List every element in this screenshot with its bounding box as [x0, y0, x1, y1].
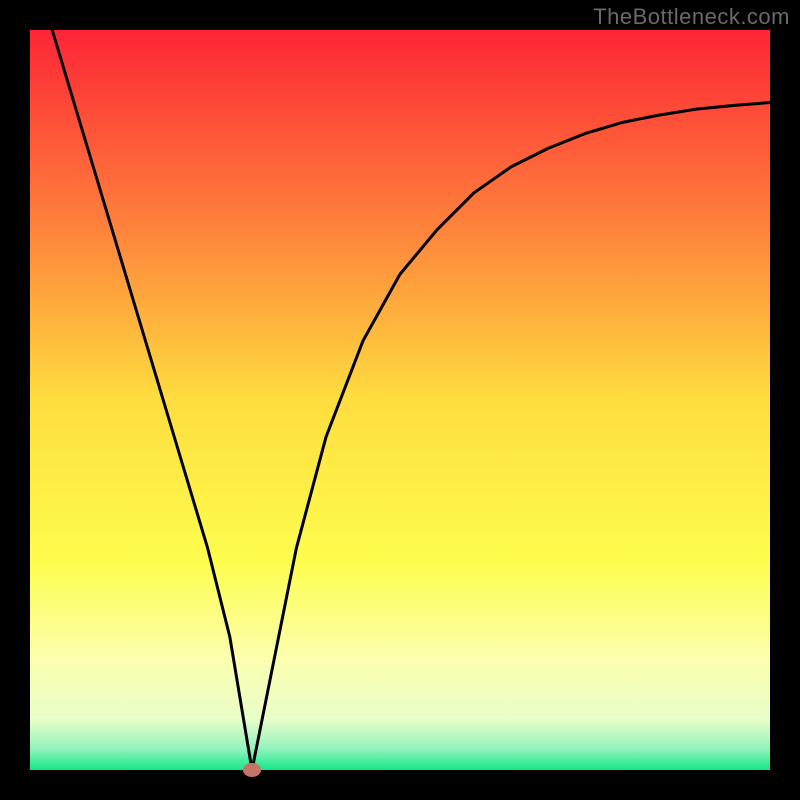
optimal-point-marker — [243, 763, 261, 777]
chart-gradient-bg — [30, 30, 770, 770]
bottleneck-chart — [0, 0, 800, 800]
chart-container: TheBottleneck.com — [0, 0, 800, 800]
watermark-text: TheBottleneck.com — [593, 4, 790, 30]
